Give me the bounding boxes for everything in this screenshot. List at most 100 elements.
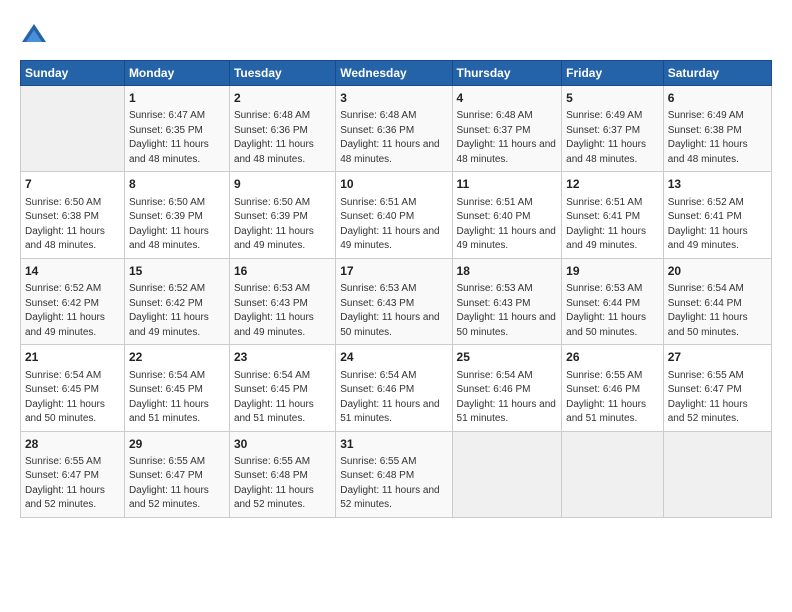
day-info: Sunrise: 6:52 AMSunset: 6:42 PMDaylight:… xyxy=(129,282,225,340)
calendar-cell: 20 Sunrise: 6:54 AMSunset: 6:44 PMDayligh… xyxy=(663,258,771,344)
calendar-cell: 24 Sunrise: 6:54 AMSunset: 6:46 PMDayligh… xyxy=(336,345,452,431)
day-info: Sunrise: 6:49 AMSunset: 6:38 PMDaylight:… xyxy=(668,109,767,167)
day-info: Sunrise: 6:55 AMSunset: 6:47 PMDaylight:… xyxy=(25,455,120,513)
day-number: 20 xyxy=(668,263,767,280)
calendar-cell: 15Sunrise: 6:52 AMSunset: 6:42 PMDayligh… xyxy=(124,258,229,344)
day-info: Sunrise: 6:54 AMSunset: 6:46 PMDaylight:… xyxy=(340,369,447,427)
day-info: Sunrise: 6:55 AMSunset: 6:46 PMDaylight:… xyxy=(566,369,659,427)
day-number: 6 xyxy=(668,90,767,107)
day-info: Sunrise: 6:47 AMSunset: 6:35 PMDaylight:… xyxy=(129,109,225,167)
day-info: Sunrise: 6:48 AMSunset: 6:36 PMDaylight:… xyxy=(340,109,447,167)
calendar-cell: 26 Sunrise: 6:55 AMSunset: 6:46 PMDayligh… xyxy=(562,345,664,431)
day-number: 5 xyxy=(566,90,659,107)
day-info: Sunrise: 6:49 AMSunset: 6:37 PMDaylight:… xyxy=(566,109,659,167)
day-info: Sunrise: 6:51 AMSunset: 6:40 PMDaylight:… xyxy=(340,196,447,254)
calendar-cell: 30 Sunrise: 6:55 AMSunset: 6:48 PMDayligh… xyxy=(229,431,335,517)
calendar-cell: 23Sunrise: 6:54 AMSunset: 6:45 PMDayligh… xyxy=(229,345,335,431)
weekday-header-wednesday: Wednesday xyxy=(336,61,452,86)
day-info: Sunrise: 6:50 AMSunset: 6:39 PMDaylight:… xyxy=(129,196,225,254)
calendar-cell: 3 Sunrise: 6:48 AMSunset: 6:36 PMDaylight… xyxy=(336,86,452,172)
day-info: Sunrise: 6:55 AMSunset: 6:47 PMDaylight:… xyxy=(129,455,225,513)
day-number: 19 xyxy=(566,263,659,280)
calendar-cell: 2 Sunrise: 6:48 AMSunset: 6:36 PMDaylight… xyxy=(229,86,335,172)
day-info: Sunrise: 6:54 AMSunset: 6:44 PMDaylight:… xyxy=(668,282,767,340)
day-info: Sunrise: 6:54 AMSunset: 6:45 PMDaylight:… xyxy=(25,369,120,427)
week-row-4: 21 Sunrise: 6:54 AMSunset: 6:45 PMDayligh… xyxy=(21,345,772,431)
calendar-cell: 7Sunrise: 6:50 AMSunset: 6:38 PMDaylight… xyxy=(21,172,125,258)
calendar-cell xyxy=(21,86,125,172)
day-info: Sunrise: 6:55 AMSunset: 6:48 PMDaylight:… xyxy=(234,455,331,513)
header xyxy=(20,18,772,50)
calendar-cell: 10Sunrise: 6:51 AMSunset: 6:40 PMDayligh… xyxy=(336,172,452,258)
calendar-cell xyxy=(452,431,562,517)
day-info: Sunrise: 6:55 AMSunset: 6:48 PMDaylight:… xyxy=(340,455,447,513)
day-number: 24 xyxy=(340,349,447,366)
day-number: 12 xyxy=(566,176,659,193)
calendar-cell: 13 Sunrise: 6:52 AMSunset: 6:41 PMDayligh… xyxy=(663,172,771,258)
day-info: Sunrise: 6:54 AMSunset: 6:46 PMDaylight:… xyxy=(457,369,558,427)
calendar-cell: 29 Sunrise: 6:55 AMSunset: 6:47 PMDayligh… xyxy=(124,431,229,517)
day-info: Sunrise: 6:55 AMSunset: 6:47 PMDaylight:… xyxy=(668,369,767,427)
calendar-cell: 5 Sunrise: 6:49 AMSunset: 6:37 PMDaylight… xyxy=(562,86,664,172)
weekday-header-row: SundayMondayTuesdayWednesdayThursdayFrid… xyxy=(21,61,772,86)
calendar-cell: 17 Sunrise: 6:53 AMSunset: 6:43 PMDayligh… xyxy=(336,258,452,344)
day-number: 9 xyxy=(234,176,331,193)
day-number: 21 xyxy=(25,349,120,366)
calendar-cell: 31Sunrise: 6:55 AMSunset: 6:48 PMDayligh… xyxy=(336,431,452,517)
day-info: Sunrise: 6:53 AMSunset: 6:43 PMDaylight:… xyxy=(457,282,558,340)
day-number: 11 xyxy=(457,176,558,193)
day-info: Sunrise: 6:48 AMSunset: 6:36 PMDaylight:… xyxy=(234,109,331,167)
weekday-header-monday: Monday xyxy=(124,61,229,86)
calendar-cell xyxy=(663,431,771,517)
week-row-5: 28 Sunrise: 6:55 AMSunset: 6:47 PMDayligh… xyxy=(21,431,772,517)
day-info: Sunrise: 6:53 AMSunset: 6:43 PMDaylight:… xyxy=(340,282,447,340)
day-info: Sunrise: 6:54 AMSunset: 6:45 PMDaylight:… xyxy=(129,369,225,427)
logo-icon xyxy=(20,22,48,50)
calendar-table: SundayMondayTuesdayWednesdayThursdayFrid… xyxy=(20,60,772,518)
day-number: 16 xyxy=(234,263,331,280)
day-number: 14 xyxy=(25,263,120,280)
calendar-cell: 8 Sunrise: 6:50 AMSunset: 6:39 PMDaylight… xyxy=(124,172,229,258)
day-number: 2 xyxy=(234,90,331,107)
calendar-cell: 27 Sunrise: 6:55 AMSunset: 6:47 PMDayligh… xyxy=(663,345,771,431)
calendar-cell: 12Sunrise: 6:51 AMSunset: 6:41 PMDayligh… xyxy=(562,172,664,258)
calendar-cell: 18 Sunrise: 6:53 AMSunset: 6:43 PMDayligh… xyxy=(452,258,562,344)
day-number: 29 xyxy=(129,436,225,453)
day-info: Sunrise: 6:48 AMSunset: 6:37 PMDaylight:… xyxy=(457,109,558,167)
day-info: Sunrise: 6:53 AMSunset: 6:43 PMDaylight:… xyxy=(234,282,331,340)
day-number: 30 xyxy=(234,436,331,453)
weekday-header-thursday: Thursday xyxy=(452,61,562,86)
day-number: 18 xyxy=(457,263,558,280)
day-info: Sunrise: 6:51 AMSunset: 6:40 PMDaylight:… xyxy=(457,196,558,254)
day-number: 3 xyxy=(340,90,447,107)
page: SundayMondayTuesdayWednesdayThursdayFrid… xyxy=(0,0,792,528)
week-row-2: 7Sunrise: 6:50 AMSunset: 6:38 PMDaylight… xyxy=(21,172,772,258)
day-number: 28 xyxy=(25,436,120,453)
day-number: 27 xyxy=(668,349,767,366)
week-row-3: 14 Sunrise: 6:52 AMSunset: 6:42 PMDayligh… xyxy=(21,258,772,344)
day-number: 17 xyxy=(340,263,447,280)
calendar-cell: 11 Sunrise: 6:51 AMSunset: 6:40 PMDayligh… xyxy=(452,172,562,258)
weekday-header-sunday: Sunday xyxy=(21,61,125,86)
calendar-cell: 22 Sunrise: 6:54 AMSunset: 6:45 PMDayligh… xyxy=(124,345,229,431)
day-info: Sunrise: 6:52 AMSunset: 6:42 PMDaylight:… xyxy=(25,282,120,340)
weekday-header-saturday: Saturday xyxy=(663,61,771,86)
weekday-header-friday: Friday xyxy=(562,61,664,86)
day-info: Sunrise: 6:50 AMSunset: 6:39 PMDaylight:… xyxy=(234,196,331,254)
calendar-cell: 25Sunrise: 6:54 AMSunset: 6:46 PMDayligh… xyxy=(452,345,562,431)
day-info: Sunrise: 6:50 AMSunset: 6:38 PMDaylight:… xyxy=(25,196,120,254)
weekday-header-tuesday: Tuesday xyxy=(229,61,335,86)
day-number: 8 xyxy=(129,176,225,193)
week-row-1: 1Sunrise: 6:47 AMSunset: 6:35 PMDaylight… xyxy=(21,86,772,172)
calendar-cell: 14 Sunrise: 6:52 AMSunset: 6:42 PMDayligh… xyxy=(21,258,125,344)
calendar-cell: 6 Sunrise: 6:49 AMSunset: 6:38 PMDaylight… xyxy=(663,86,771,172)
day-number: 22 xyxy=(129,349,225,366)
day-number: 26 xyxy=(566,349,659,366)
calendar-cell: 28 Sunrise: 6:55 AMSunset: 6:47 PMDayligh… xyxy=(21,431,125,517)
day-info: Sunrise: 6:54 AMSunset: 6:45 PMDaylight:… xyxy=(234,369,331,427)
calendar-cell: 16 Sunrise: 6:53 AMSunset: 6:43 PMDayligh… xyxy=(229,258,335,344)
logo xyxy=(20,22,52,50)
day-number: 13 xyxy=(668,176,767,193)
day-info: Sunrise: 6:52 AMSunset: 6:41 PMDaylight:… xyxy=(668,196,767,254)
calendar-cell: 4Sunrise: 6:48 AMSunset: 6:37 PMDaylight… xyxy=(452,86,562,172)
